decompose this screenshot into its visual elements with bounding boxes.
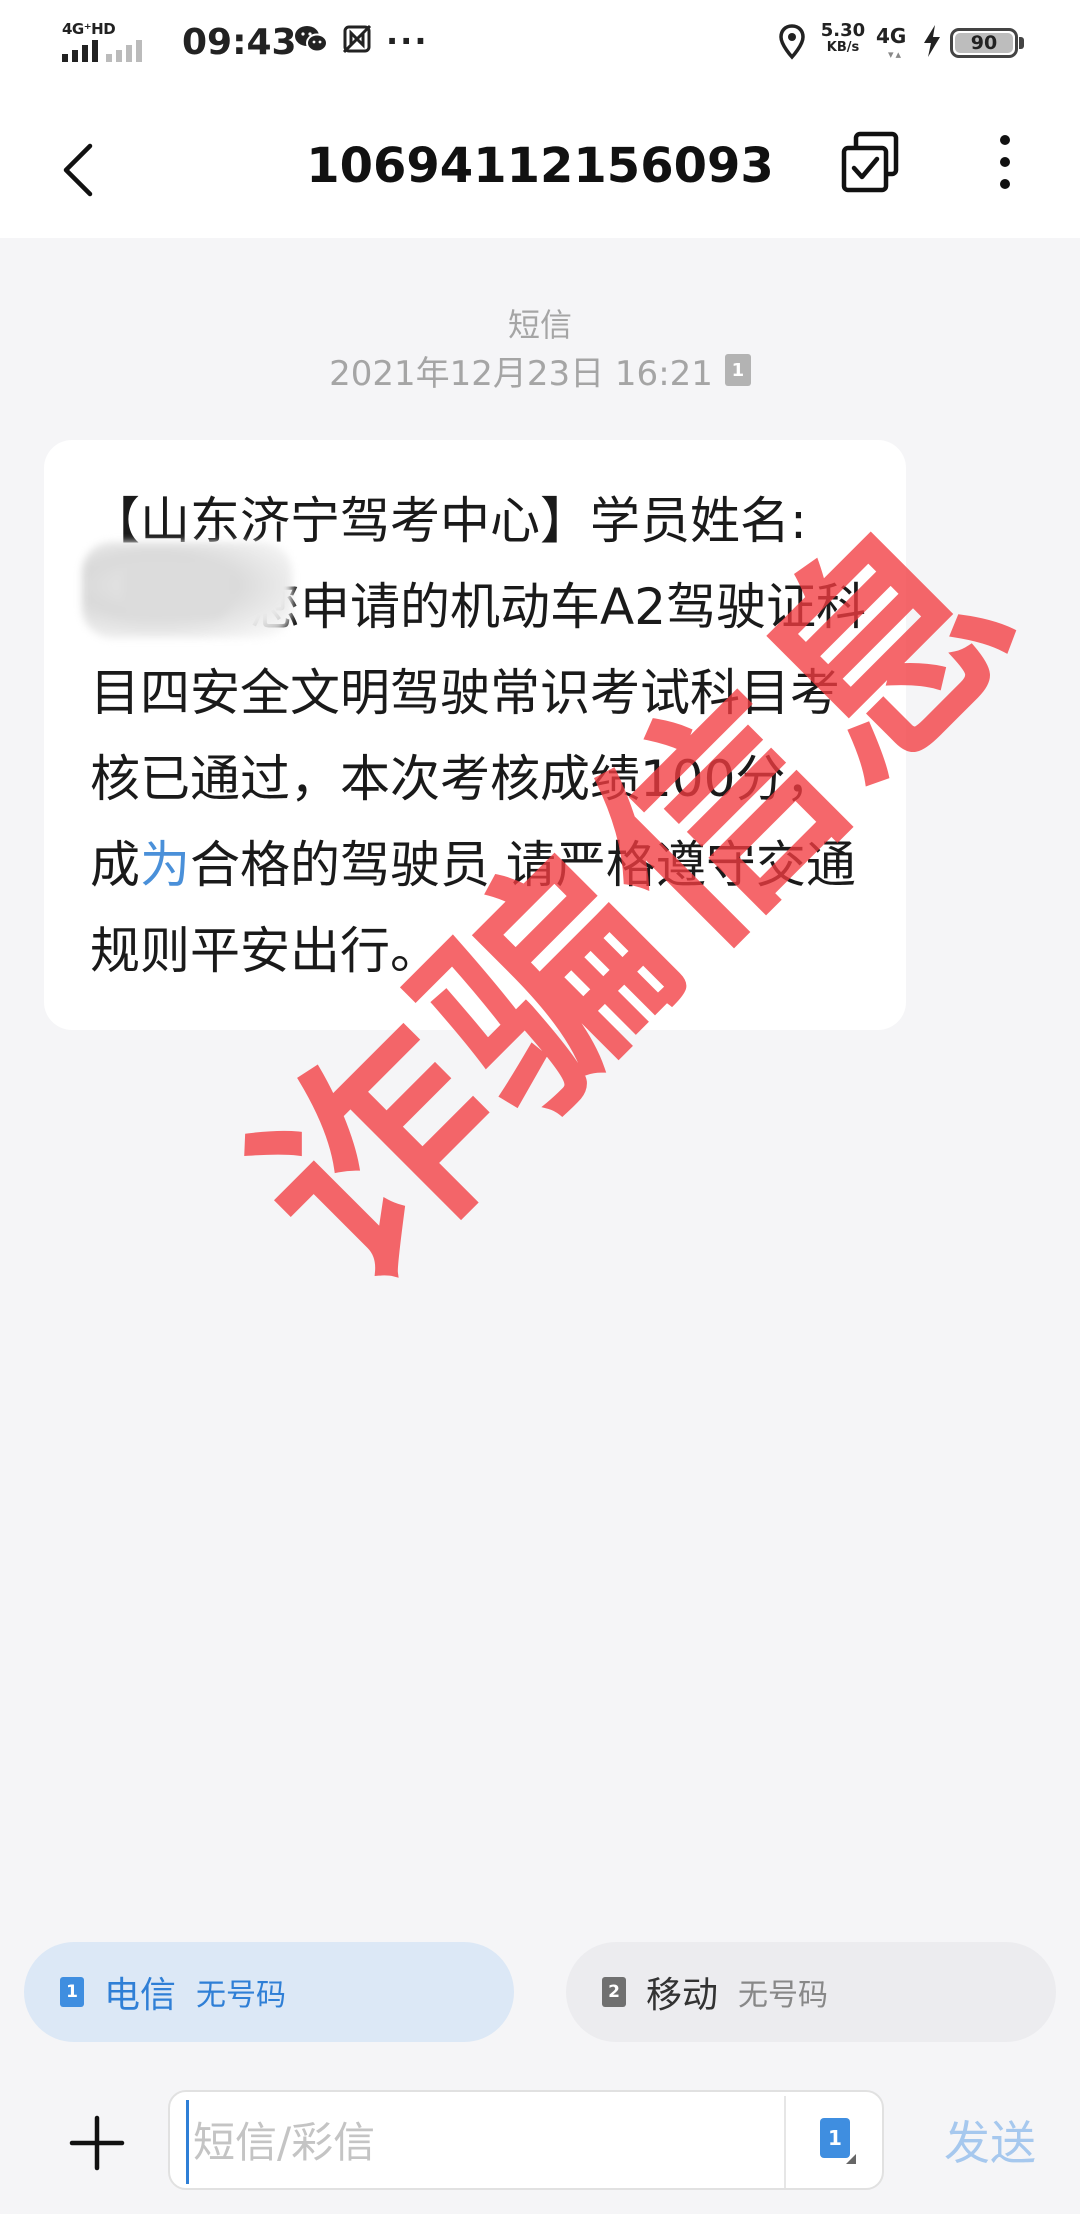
sim-indicator-icon: 1 <box>724 354 751 386</box>
sim2-status: 无号码 <box>738 1978 829 2013</box>
wechat-icon <box>295 26 328 53</box>
sim-selector: 1 电信 无号码 2 移动 无号码 <box>0 1922 1080 2072</box>
location-icon <box>779 24 805 60</box>
status-time: 09:43 <box>182 22 297 63</box>
add-attachment-button[interactable] <box>62 2108 132 2178</box>
sim2-carrier: 移动 <box>646 1975 719 2016</box>
sim2-option[interactable]: 2 移动 无号码 <box>566 1942 1056 2042</box>
sim1-card-icon: 1 <box>60 1977 84 2007</box>
more-options-button[interactable] <box>985 128 1025 198</box>
message-part3: 合格的驾驶员 请严格遵守交通规则平安出行。 <box>90 836 856 980</box>
compose-bar: 1 发送 <box>0 2072 1080 2214</box>
data-arrows-icon: ▾▴ <box>888 48 904 61</box>
charging-icon <box>924 25 940 57</box>
signal-icon-sim2 <box>106 40 142 62</box>
title-bar: 10694112156093 <box>0 90 1080 238</box>
battery-level: 90 <box>955 32 1013 54</box>
sim-switch-button[interactable]: 1 <box>816 2114 860 2170</box>
back-button[interactable] <box>48 130 108 210</box>
plus-icon <box>69 2115 125 2171</box>
back-arrow-icon <box>63 143 93 197</box>
message-type-label: 短信 <box>507 306 572 344</box>
more-vertical-icon <box>1000 135 1010 189</box>
message-highlight: 为 <box>140 836 190 894</box>
timestamp-text: 2021年12月23日 16:21 <box>329 353 713 394</box>
contact-number-title: 10694112156093 <box>306 138 774 194</box>
multi-select-icon <box>841 131 899 193</box>
more-dots-icon: ··· <box>386 22 429 60</box>
signal-icon <box>62 40 98 62</box>
redacted-name-blur <box>82 542 292 638</box>
status-bar: 4G⁺HD 09:43 ··· 5.30 KB/s 4G ▾▴ 90 <box>0 0 1080 90</box>
speed-unit: KB/s <box>826 40 860 55</box>
message-input[interactable] <box>186 2100 786 2184</box>
nfc-icon <box>342 24 372 54</box>
network-type-label: 4G⁺HD <box>62 20 116 38</box>
input-divider <box>784 2096 786 2188</box>
message-bubble[interactable]: 【山东济宁驾考中心】学员姓名:您申请的机动车A2驾驶证科目四安全文明驾驶常识考试… <box>44 440 906 1030</box>
network-speed: 5.30 KB/s <box>818 22 868 56</box>
compose-field-wrapper: 1 <box>168 2090 884 2190</box>
sim-card-icon: 1 <box>820 2118 850 2158</box>
sim1-status: 无号码 <box>196 1978 287 2013</box>
send-button[interactable]: 发送 <box>930 2108 1050 2178</box>
mobile-data-label: 4G <box>876 24 907 48</box>
corner-triangle-icon <box>846 2154 856 2164</box>
battery-cap <box>1019 37 1024 49</box>
sim2-card-icon: 2 <box>602 1977 626 2007</box>
message-timestamp: 2021年12月23日 16:21 1 <box>0 348 1080 394</box>
battery-icon: 90 <box>950 28 1018 58</box>
sim1-carrier: 电信 <box>104 1975 177 2016</box>
sim1-option[interactable]: 1 电信 无号码 <box>24 1942 514 2042</box>
speed-value: 5.30 <box>820 20 866 41</box>
multi-select-button[interactable] <box>836 128 906 198</box>
